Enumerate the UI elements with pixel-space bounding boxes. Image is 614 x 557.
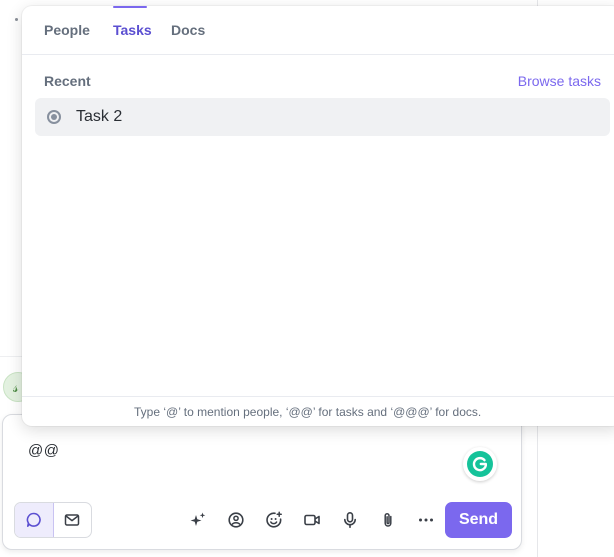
email-mode-button[interactable] [54, 503, 92, 537]
background-dot [15, 18, 18, 21]
task-status-icon [47, 110, 61, 124]
task-name: Task 2 [76, 108, 123, 125]
composer-input[interactable]: @@ [28, 442, 59, 459]
video-button[interactable] [293, 508, 331, 532]
composer-toolbar [179, 508, 445, 532]
more-button[interactable] [407, 508, 445, 532]
voice-button[interactable] [331, 508, 369, 532]
ai-sparkle-button[interactable] [179, 508, 217, 532]
active-tab-indicator [113, 6, 147, 8]
section-title-recent: Recent [44, 73, 91, 89]
video-icon [304, 514, 320, 526]
microphone-icon [344, 511, 356, 528]
task-list-item[interactable]: Task 2 [35, 98, 610, 136]
tab-docs[interactable]: Docs [171, 22, 205, 38]
browse-tasks-link[interactable]: Browse tasks [518, 73, 601, 89]
comment-composer: @@ Send [2, 414, 522, 550]
ai-sparkle-icon [190, 512, 206, 526]
mention-hint: Type ‘@’ to mention people, ‘@@’ for tas… [134, 405, 482, 419]
tab-people[interactable]: People [44, 22, 90, 38]
grammarly-icon [467, 451, 493, 477]
grammarly-button[interactable] [463, 447, 497, 481]
attachment-button[interactable] [369, 508, 407, 532]
tab-tasks[interactable]: Tasks [113, 22, 152, 38]
comment-mode-toggle [14, 502, 92, 538]
comment-bubble-icon [26, 512, 41, 527]
comment-mode-button[interactable] [15, 503, 54, 537]
mail-icon [65, 514, 80, 526]
mention-button[interactable] [217, 508, 255, 532]
more-icon [419, 518, 433, 522]
send-button[interactable]: Send [445, 502, 512, 538]
attachment-icon [384, 512, 392, 527]
avatar-glyph: 𝓈 [13, 378, 19, 396]
emoji-button[interactable] [255, 508, 293, 532]
mention-popup: People Tasks Docs Recent Browse tasks Ta… [22, 6, 614, 426]
popup-footer: Type ‘@’ to mention people, ‘@@’ for tas… [22, 396, 614, 427]
mention-icon [228, 512, 244, 528]
mention-tabs: People Tasks Docs [22, 6, 614, 55]
emoji-icon [266, 511, 282, 528]
